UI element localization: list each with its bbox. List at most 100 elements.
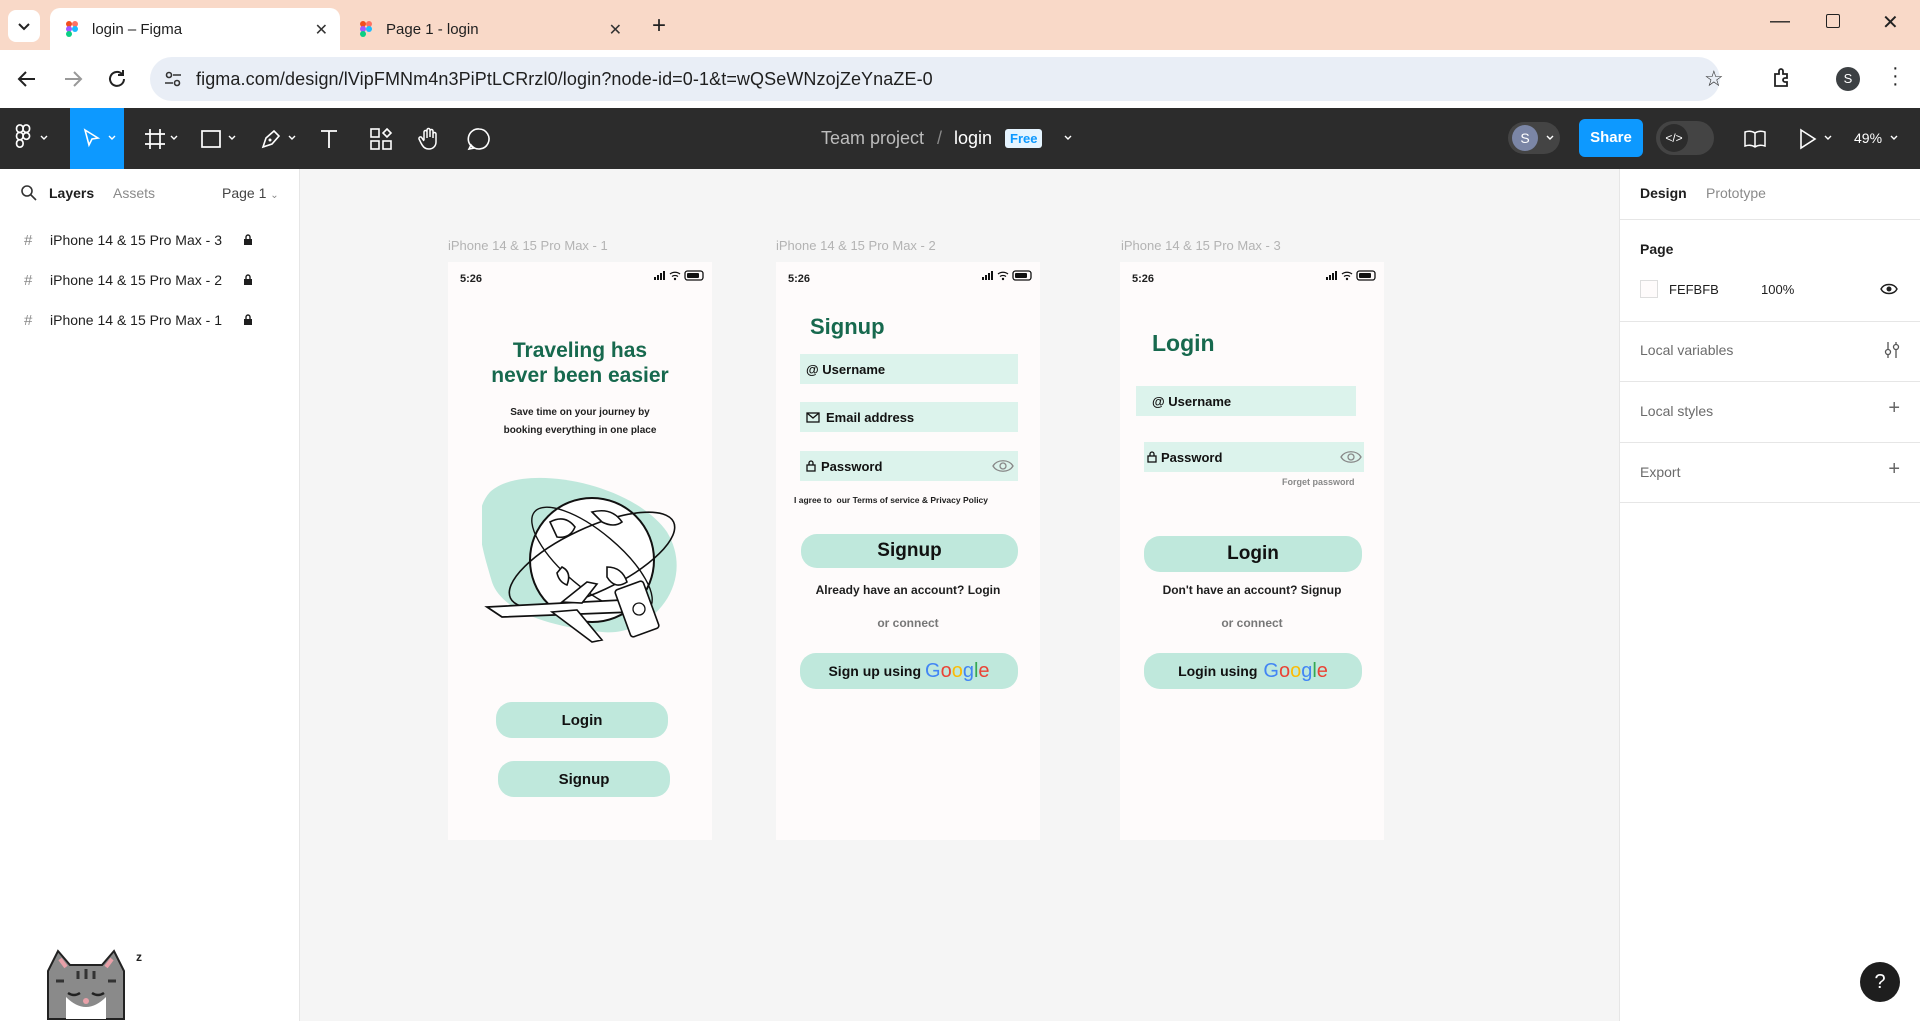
tab-assets[interactable]: Assets: [113, 185, 155, 201]
site-info-icon[interactable]: [164, 70, 182, 88]
add-style-icon[interactable]: +: [1888, 397, 1900, 420]
dev-mode-toggle[interactable]: </>: [1656, 121, 1714, 155]
resources-icon[interactable]: [368, 126, 394, 152]
password-field[interactable]: Password: [800, 451, 1018, 481]
zoom-level[interactable]: 49%: [1854, 130, 1882, 146]
login-link[interactable]: Already have an account? Login: [776, 583, 1040, 597]
lock-icon[interactable]: [243, 274, 253, 286]
login-button[interactable]: Login: [1144, 536, 1362, 572]
eye-icon[interactable]: [1880, 283, 1898, 295]
profile-avatar[interactable]: S: [1836, 67, 1860, 91]
email-field[interactable]: Email address: [800, 402, 1018, 432]
new-tab-button[interactable]: +: [652, 12, 666, 40]
chevron-down-icon: [1546, 135, 1554, 140]
url-field[interactable]: figma.com/design/lVipFMNm4n3PiPtLCRrzl0/…: [150, 57, 1724, 101]
add-export-icon[interactable]: +: [1888, 458, 1900, 481]
frame-label[interactable]: iPhone 14 & 15 Pro Max - 3: [1121, 238, 1281, 253]
forward-arrow-icon[interactable]: [62, 68, 84, 90]
signup-title: Signup: [810, 314, 885, 339]
page-selector[interactable]: Page 1 ⌄: [222, 185, 279, 201]
layer-item-frame-2[interactable]: # iPhone 14 & 15 Pro Max - 2: [0, 265, 300, 295]
eye-icon[interactable]: [992, 459, 1014, 473]
comment-icon[interactable]: [466, 126, 492, 152]
text-tool-icon[interactable]: [316, 126, 342, 152]
browser-menu-icon[interactable]: · · ·: [1892, 58, 1899, 94]
browser-address-bar: figma.com/design/lVipFMNm4n3PiPtLCRrzl0/…: [0, 50, 1920, 108]
hand-tool-icon[interactable]: [416, 126, 442, 152]
chevron-down-icon[interactable]: [1890, 135, 1898, 141]
tab-layers[interactable]: Layers: [49, 185, 94, 201]
layer-item-frame-1[interactable]: # iPhone 14 & 15 Pro Max - 1: [0, 305, 300, 335]
lock-icon[interactable]: [243, 314, 253, 326]
local-variables-heading[interactable]: Local variables: [1640, 342, 1733, 358]
google-logo-letter: e: [1316, 659, 1328, 682]
chevron-down-icon: [40, 135, 48, 140]
restore-window-button[interactable]: [1826, 14, 1840, 28]
tab-search-button[interactable]: [8, 10, 40, 42]
close-window-button[interactable]: ✕: [1882, 10, 1899, 35]
shape-tool-button[interactable]: [198, 108, 242, 169]
google-logo-letter: o: [1278, 659, 1291, 682]
back-arrow-icon[interactable]: [16, 68, 38, 90]
reload-icon[interactable]: [106, 68, 128, 90]
username-field[interactable]: @ Username: [1136, 386, 1356, 416]
page-color-swatch[interactable]: [1640, 280, 1658, 298]
lock-icon[interactable]: [243, 234, 253, 246]
tab-page1-login[interactable]: Page 1 - login ✕: [344, 8, 634, 50]
minimize-window-button[interactable]: —: [1770, 10, 1790, 33]
terms-text[interactable]: I agree to our Terms of service & Privac…: [794, 495, 988, 505]
eye-icon[interactable]: [1340, 450, 1362, 464]
chevron-down-icon: [108, 135, 116, 140]
page-color-value[interactable]: FEFBFB: [1669, 282, 1719, 297]
search-icon[interactable]: [20, 184, 38, 202]
status-time: 5:26: [460, 273, 483, 285]
layer-item-frame-3[interactable]: # iPhone 14 & 15 Pro Max - 3: [0, 225, 300, 255]
extensions-icon[interactable]: [1770, 66, 1794, 90]
close-tab-icon[interactable]: ✕: [609, 20, 622, 40]
google-signup-button[interactable]: Sign up using Google: [800, 653, 1018, 689]
signup-button[interactable]: Signup: [801, 534, 1018, 568]
frame-tool-button[interactable]: [140, 108, 184, 169]
move-tool-button[interactable]: [70, 108, 124, 169]
bookmark-star-icon[interactable]: ☆: [1704, 66, 1724, 92]
local-styles-heading[interactable]: Local styles: [1640, 403, 1713, 419]
chevron-down-icon[interactable]: [1824, 135, 1832, 141]
help-button[interactable]: ?: [1860, 962, 1900, 1002]
status-time: 5:26: [788, 273, 811, 285]
username-field[interactable]: @ Username: [800, 354, 1018, 384]
page-opacity-value[interactable]: 100%: [1761, 282, 1794, 297]
pen-tool-button[interactable]: [258, 108, 302, 169]
forget-password-link[interactable]: Forget password: [1282, 477, 1355, 487]
signup-button[interactable]: Signup: [498, 761, 670, 797]
phone-frame-login[interactable]: 5:26 Login @ Username Password Forget pa…: [1120, 262, 1384, 840]
multiplayer-avatar[interactable]: S: [1508, 122, 1560, 154]
frame-label[interactable]: iPhone 14 & 15 Pro Max - 1: [448, 238, 608, 253]
share-button[interactable]: Share: [1579, 119, 1643, 157]
google-login-button[interactable]: Login using Google: [1144, 653, 1362, 689]
export-heading[interactable]: Export: [1640, 464, 1680, 480]
google-logo-letter: e: [978, 659, 990, 682]
project-name[interactable]: Team project: [821, 128, 924, 149]
status-icons: [1326, 270, 1376, 281]
signup-link[interactable]: Don't have an account? Signup: [1120, 583, 1384, 597]
layer-name: iPhone 14 & 15 Pro Max - 3: [50, 232, 222, 248]
login-button[interactable]: Login: [496, 702, 668, 738]
file-name[interactable]: login: [954, 128, 992, 149]
password-field[interactable]: Password: [1144, 442, 1364, 472]
phone-frame-onboarding[interactable]: 5:26 Traveling has never been easier Sav…: [448, 262, 712, 840]
present-play-icon[interactable]: [1794, 126, 1820, 152]
frame-label[interactable]: iPhone 14 & 15 Pro Max - 2: [776, 238, 936, 253]
library-book-icon[interactable]: [1742, 126, 1768, 152]
google-logo-letter: o: [951, 659, 963, 682]
file-menu-chevron-icon[interactable]: [1064, 135, 1072, 141]
phone-frame-signup[interactable]: 5:26 Signup @ Username Email address Pas…: [776, 262, 1040, 840]
tab-figma-login[interactable]: login – Figma ✕: [50, 8, 340, 50]
frame-hash-icon: #: [24, 272, 33, 289]
tab-prototype[interactable]: Prototype: [1706, 185, 1766, 201]
password-placeholder: Password: [821, 458, 883, 474]
tab-title: login – Figma: [92, 20, 183, 38]
variables-sliders-icon[interactable]: [1884, 341, 1900, 359]
main-menu-button[interactable]: [14, 124, 54, 154]
close-tab-icon[interactable]: ✕: [315, 20, 328, 40]
tab-design[interactable]: Design: [1640, 185, 1687, 201]
